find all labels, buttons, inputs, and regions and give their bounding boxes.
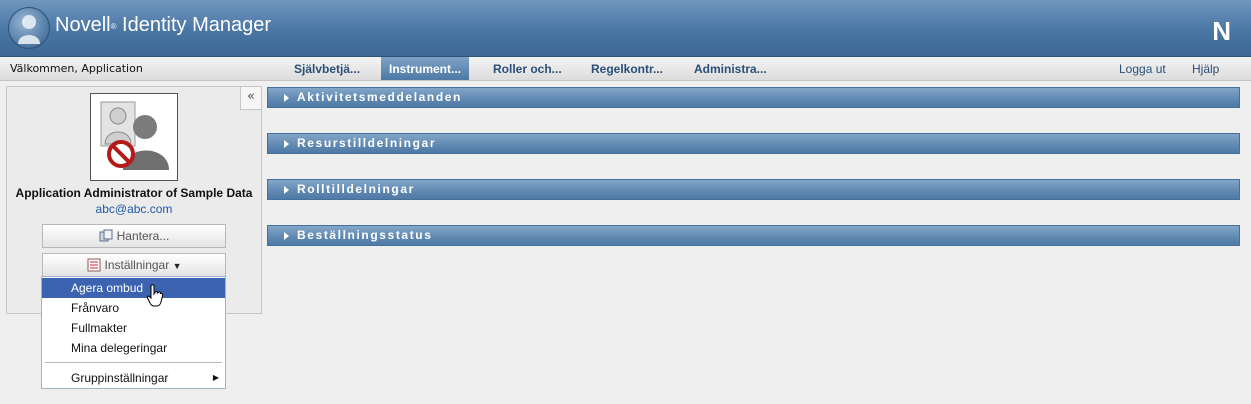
manage-icon xyxy=(99,228,113,250)
chevron-down-icon: ▼ xyxy=(172,261,182,271)
menu-item-my-delegations[interactable]: Mina delegeringar xyxy=(42,338,225,358)
menu-item-proxy-assignments[interactable]: Fullmakter xyxy=(42,318,225,338)
manage-button[interactable]: Hantera... xyxy=(42,224,226,248)
submenu-arrow-icon: ▶ xyxy=(212,373,219,382)
section-task-notifications[interactable]: Aktivitetsmeddelanden xyxy=(267,87,1240,108)
user-proxy-icon xyxy=(100,101,169,170)
hand-cursor-icon xyxy=(146,284,164,307)
section-role-assignments[interactable]: Rolltilldelningar xyxy=(267,179,1240,200)
product-title: Novell® Identity Manager xyxy=(55,14,272,36)
settings-button[interactable]: Inställningar ▼ xyxy=(42,253,226,277)
tab-compliance[interactable]: Regelkontr... xyxy=(583,57,671,80)
user-email-link[interactable]: abc@abc.com xyxy=(7,202,261,216)
expand-triangle-icon xyxy=(284,232,289,240)
section-resource-assignments[interactable]: Resurstilldelningar xyxy=(267,133,1240,154)
expand-triangle-icon xyxy=(284,140,289,148)
expand-triangle-icon xyxy=(284,186,289,194)
user-full-name: Application Administrator of Sample Data xyxy=(15,186,253,200)
app-header: Novell® Identity Manager N xyxy=(0,0,1251,57)
nav-bar: Välkommen, Application Självbetjä... Ins… xyxy=(0,57,1251,81)
logout-link[interactable]: Logga ut xyxy=(1119,57,1166,82)
identity-manager-logo-icon xyxy=(8,7,50,49)
collapse-panel-button[interactable]: « xyxy=(240,87,261,110)
expand-triangle-icon xyxy=(284,94,289,102)
menu-item-act-as-proxy[interactable]: Agera ombud xyxy=(42,278,225,298)
tab-roles[interactable]: Roller och... xyxy=(485,57,570,80)
avatar xyxy=(90,93,178,181)
menu-item-availability[interactable]: Frånvaro xyxy=(42,298,225,318)
help-link[interactable]: Hjälp xyxy=(1192,57,1219,82)
menu-separator xyxy=(45,362,222,363)
tab-dashboard[interactable]: Instrument... xyxy=(381,57,470,80)
settings-dropdown-menu: Agera ombud Frånvaro Fullmakter Mina del… xyxy=(41,276,226,389)
novell-n-logo: N xyxy=(1212,16,1231,46)
welcome-text: Välkommen, Application xyxy=(10,62,143,75)
tab-administration[interactable]: Administra... xyxy=(686,57,775,80)
section-request-status[interactable]: Beställningsstatus xyxy=(267,225,1240,246)
menu-item-group-settings[interactable]: Gruppinställningar ▶ xyxy=(42,368,225,388)
tab-self-service[interactable]: Självbetjä... xyxy=(286,57,368,80)
